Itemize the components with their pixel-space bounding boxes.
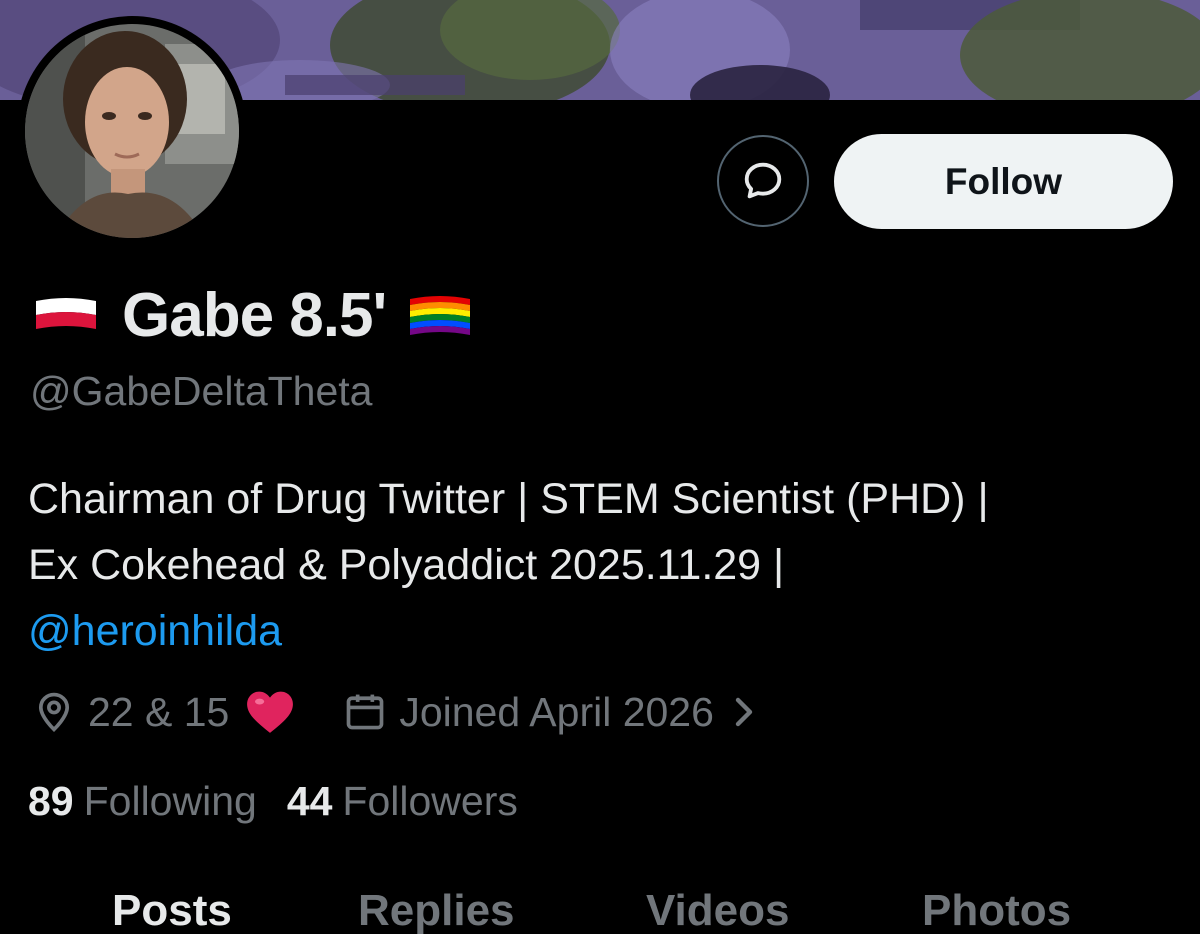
followers-link[interactable]: 44 Followers xyxy=(287,778,518,825)
profile-tabs: Posts Replies Videos Photos xyxy=(0,886,1200,934)
bio-line-2: Ex Cokehead & Polyaddict 2025.11.29 | xyxy=(28,541,785,589)
follow-button[interactable]: Follow xyxy=(834,134,1173,229)
follow-stats: 89 Following 44 Followers xyxy=(28,778,548,825)
message-bubble-icon xyxy=(744,162,782,199)
location-pin-icon xyxy=(38,692,70,732)
following-label: Following xyxy=(83,778,257,824)
display-name-row: Gabe 8.5' xyxy=(34,280,472,350)
message-button[interactable] xyxy=(717,135,809,227)
location-item: 22 & 15 xyxy=(32,689,343,736)
tab-videos[interactable]: Videos xyxy=(646,886,789,934)
avatar[interactable] xyxy=(17,16,247,246)
profile-meta: 22 & 15 Joined April 2026 xyxy=(32,684,758,740)
bio-mention-link[interactable]: @heroinhilda xyxy=(28,607,282,655)
tab-photos[interactable]: Photos xyxy=(922,886,1071,934)
poland-flag-icon xyxy=(36,298,96,329)
profile-bio: Chairman of Drug Twitter | STEM Scientis… xyxy=(28,466,1178,664)
user-handle: @GabeDeltaTheta xyxy=(30,368,373,414)
profile-page: Follow Gabe 8.5' @GabeDeltaTheta Chairma… xyxy=(0,0,1200,934)
location-text: 22 & 15 xyxy=(88,688,230,735)
joined-date-text: Joined April 2026 xyxy=(399,688,714,735)
avatar-image xyxy=(25,24,239,238)
tab-posts[interactable]: Posts xyxy=(112,886,232,934)
joined-date-item[interactable]: Joined April 2026 xyxy=(343,689,758,736)
rainbow-flag-icon xyxy=(410,296,471,335)
followers-count: 44 xyxy=(286,778,333,824)
following-count: 89 xyxy=(28,778,74,824)
followers-label: Followers xyxy=(342,778,518,824)
follow-button-label: Follow xyxy=(944,160,1063,202)
chevron-right-icon xyxy=(735,697,753,727)
red-heart-icon xyxy=(247,691,294,733)
display-name: Gabe 8.5' xyxy=(122,280,387,350)
following-link[interactable]: 89 Following xyxy=(28,778,257,825)
tab-replies[interactable]: Replies xyxy=(358,886,515,934)
bio-line-1: Chairman of Drug Twitter | STEM Scientis… xyxy=(28,475,989,523)
calendar-icon xyxy=(347,694,384,730)
